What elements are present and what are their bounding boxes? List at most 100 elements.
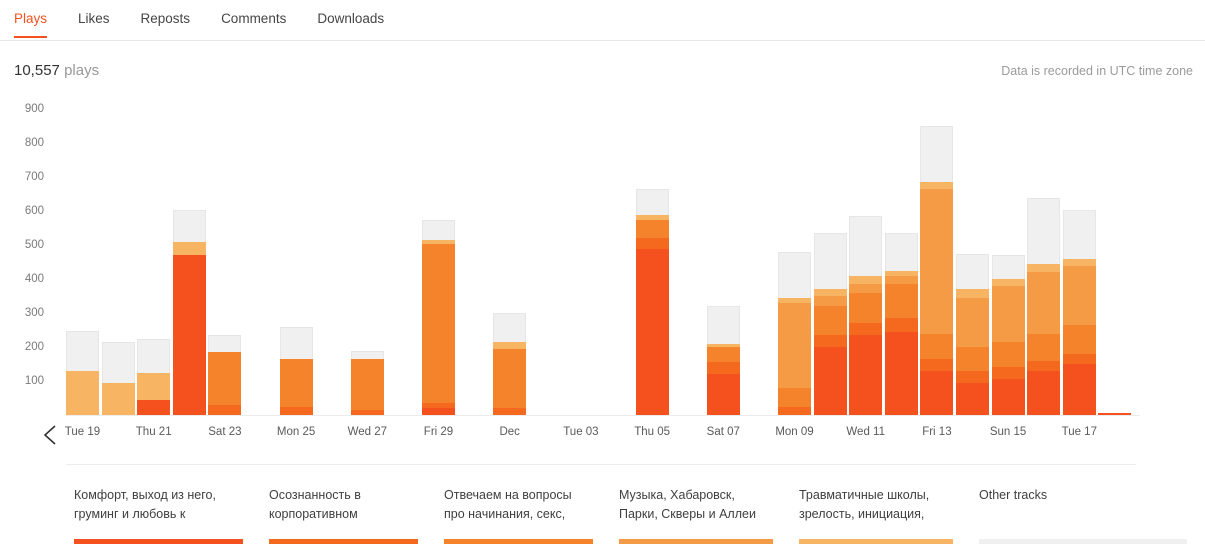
legend-item-color-bar — [979, 539, 1187, 544]
legend-item-label: Комфорт, выход из него, груминг и любовь… — [74, 488, 216, 521]
legend-item[interactable]: Травматичные школы, зрелость, инициация, — [791, 470, 971, 554]
bar-segment — [706, 306, 740, 344]
legend-item[interactable]: Отвечаем на вопросы про начинания, секс,… — [436, 470, 611, 554]
bar-segment — [493, 342, 527, 349]
legend-item-label: Музыка, Хабаровск, Парки, Скверы и Аллеи — [619, 488, 756, 521]
y-axis-tick: 300 — [24, 307, 44, 320]
bar-segment — [884, 331, 918, 415]
bar-fri-13[interactable] — [920, 126, 954, 415]
bar-mon-09[interactable] — [778, 252, 811, 415]
y-axis-tick: 900 — [24, 103, 44, 116]
bar-segment — [1027, 333, 1061, 361]
y-axis-tick: 500 — [24, 239, 44, 252]
bar-segment — [101, 342, 135, 383]
y-axis-tick: 800 — [24, 137, 44, 150]
bar-segment — [778, 252, 811, 298]
bar-tue-19[interactable] — [66, 330, 99, 415]
bar-segment — [991, 286, 1025, 343]
bar-segment — [920, 370, 954, 415]
bar-sat-14[interactable] — [956, 253, 989, 415]
bar-segment — [172, 255, 206, 415]
bar-segment — [208, 404, 242, 415]
bar-wed-11[interactable] — [849, 216, 883, 415]
bar-segment — [884, 284, 918, 319]
bar-segment — [849, 284, 883, 293]
x-axis-tick: Fri 13 — [922, 426, 952, 438]
bar-segment — [1027, 272, 1061, 334]
x-axis-tick: Tue 19 — [64, 426, 101, 438]
y-axis-tick: 100 — [24, 375, 44, 388]
bar-segment — [956, 253, 989, 290]
legend-item[interactable]: Музыка, Хабаровск, Парки, Скверы и Аллеи — [611, 470, 791, 554]
bar-segment — [813, 233, 847, 290]
legend-item-color-bar — [74, 539, 243, 544]
bar-segment — [1027, 197, 1061, 264]
bar-segment — [778, 406, 811, 415]
x-axis-tick: Wed 27 — [347, 426, 388, 438]
bar-segment — [956, 297, 989, 348]
tab-comments[interactable]: Comments — [221, 0, 286, 27]
bar-segment — [279, 359, 313, 407]
chevron-left-icon — [43, 425, 56, 445]
bar-wed-20[interactable] — [101, 342, 135, 415]
x-axis-tick: Sat 23 — [208, 426, 242, 438]
plot-area — [66, 104, 1140, 415]
bar-segment — [991, 255, 1025, 280]
legend-separator — [66, 464, 1136, 465]
bar-segment — [1062, 364, 1096, 415]
y-axis-tick: 200 — [24, 341, 44, 354]
bar-thu-21[interactable] — [137, 338, 171, 415]
legend-item-label: Осознанность в корпоративном — [269, 488, 361, 521]
bar-segment — [279, 326, 313, 359]
bar-dec[interactable] — [493, 313, 527, 415]
bar-segment — [635, 248, 669, 415]
bar-thu-12[interactable] — [884, 233, 918, 415]
legend-item[interactable]: Осознанность в корпоративном — [261, 470, 436, 554]
bar-tue-17[interactable] — [1062, 209, 1096, 415]
bar-segment — [920, 189, 954, 334]
bar-segment — [991, 379, 1025, 415]
x-axis-tick: Tue 17 — [1061, 426, 1097, 438]
bar-segment — [884, 275, 918, 285]
bar-segment — [1062, 325, 1096, 354]
bar-segment — [706, 362, 740, 375]
bar-segment — [920, 126, 954, 183]
bar-segment — [920, 182, 954, 190]
bar-segment — [849, 216, 883, 276]
bar-segment — [1062, 265, 1096, 326]
bar-tue-10[interactable] — [813, 233, 847, 415]
bar-thu-05[interactable] — [635, 189, 669, 415]
legend: Комфорт, выход из него, груминг и любовь… — [66, 470, 1205, 554]
bar-sat-23[interactable] — [208, 335, 242, 415]
legend-item[interactable]: Other tracks — [971, 470, 1205, 554]
x-axis-tick: Thu 21 — [135, 426, 172, 438]
tab-plays[interactable]: Plays — [14, 0, 48, 38]
bar-mon-25[interactable] — [279, 326, 313, 415]
tab-reposts[interactable]: Reposts — [141, 0, 191, 27]
legend-item-label: Травматичные школы, зрелость, инициация, — [799, 488, 930, 521]
bar-segment — [813, 296, 847, 307]
prev-period-button[interactable] — [38, 420, 64, 450]
bar-segment — [208, 352, 242, 405]
bar-segment — [101, 382, 135, 415]
legend-item[interactable]: Комфорт, выход из него, груминг и любовь… — [66, 470, 261, 554]
bar-wed-27[interactable] — [350, 350, 384, 415]
bar-segment — [706, 374, 740, 415]
bar-segment — [350, 350, 384, 359]
bar-mon-16[interactable] — [1027, 197, 1061, 415]
chart-baseline — [66, 415, 1140, 416]
tab-likes[interactable]: Likes — [78, 0, 110, 27]
bar-fri-29[interactable] — [422, 219, 455, 415]
plays-count: 10,557 — [14, 62, 60, 79]
bar-sat-07[interactable] — [706, 306, 740, 415]
plays-chart: 900 800 700 600 500 400 300 200 100 Tue 19 Thu 21… — [0, 103, 1205, 456]
legend-item-color-bar — [619, 539, 773, 544]
bar-segment — [920, 359, 954, 371]
bar-fri-22[interactable] — [172, 209, 206, 415]
bar-sun-15[interactable] — [991, 255, 1025, 415]
tab-downloads[interactable]: Downloads — [317, 0, 384, 27]
bar-segment — [991, 367, 1025, 380]
bar-segment — [1027, 370, 1061, 415]
bar-segment — [884, 318, 918, 332]
x-axis-tick: Dec — [499, 426, 520, 438]
